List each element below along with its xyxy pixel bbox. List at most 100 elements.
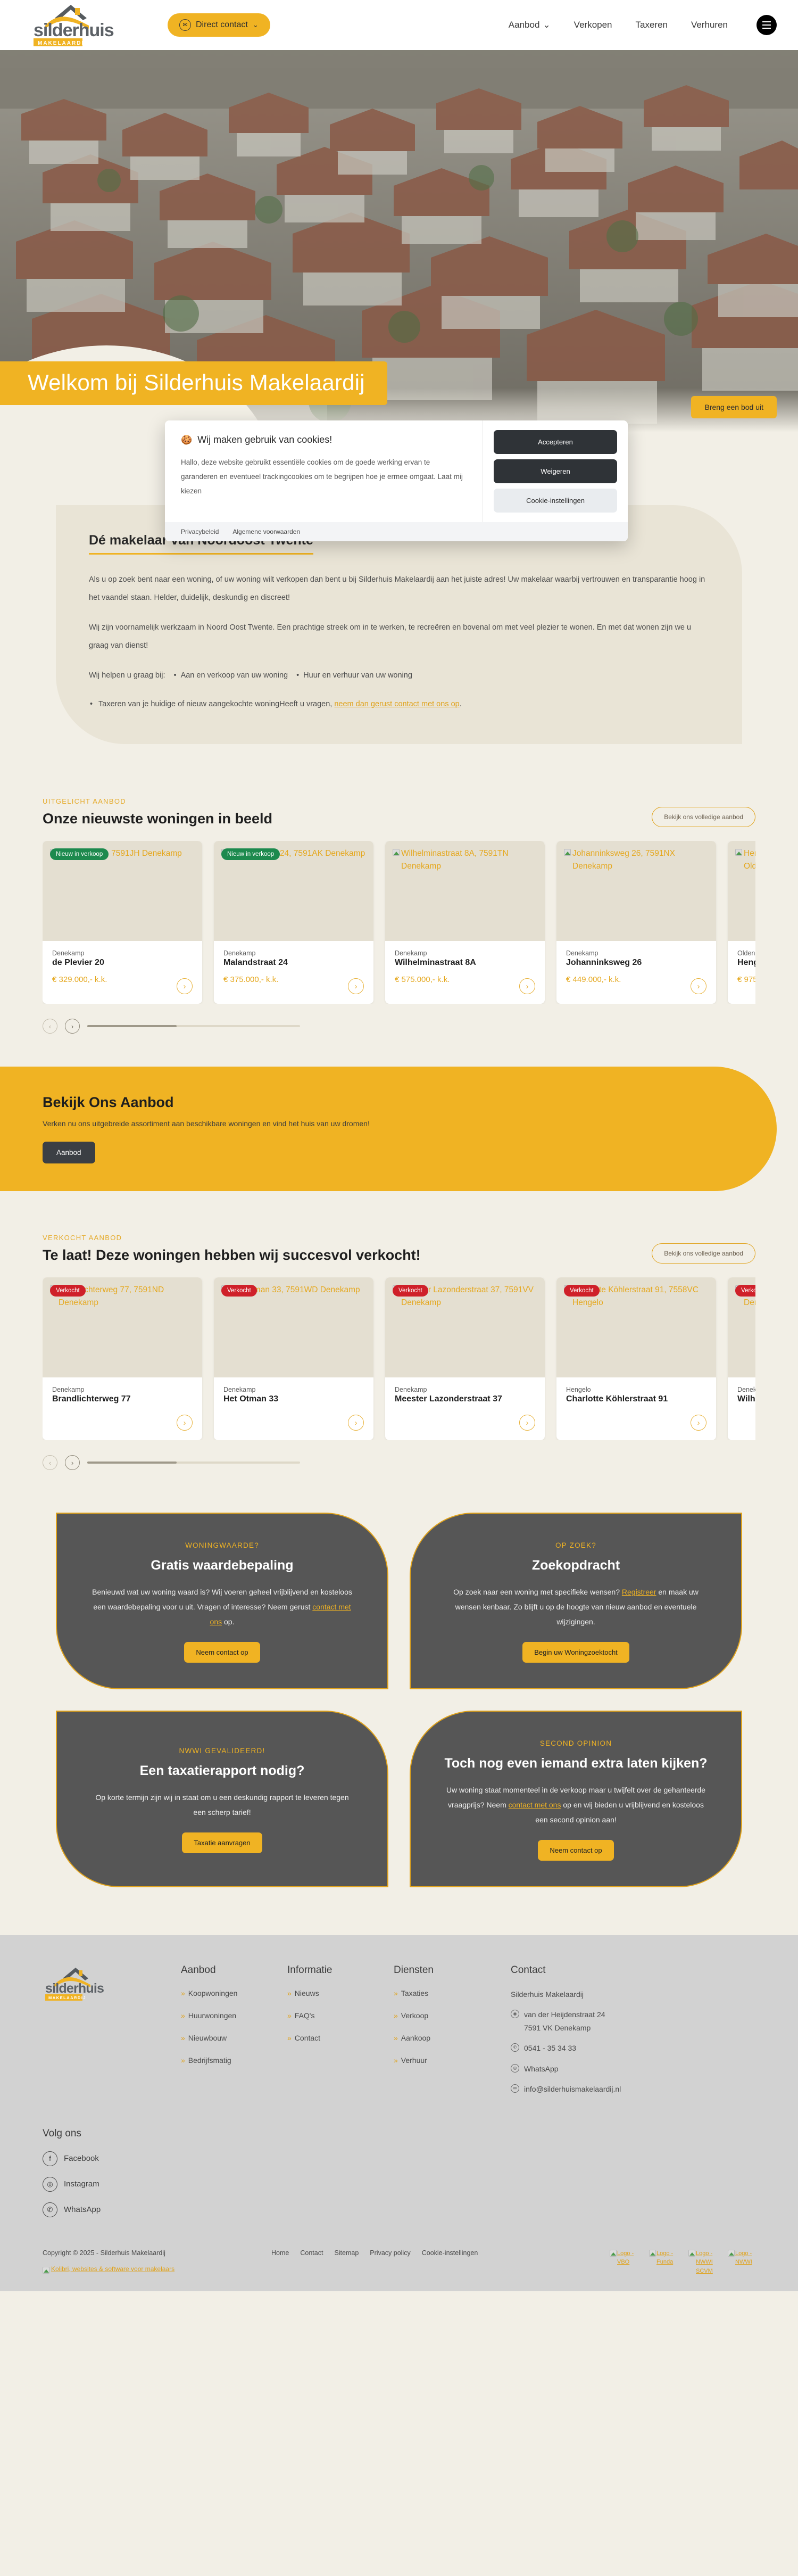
- carousel-prev-button[interactable]: ‹: [43, 1019, 57, 1034]
- footer-link-koopwoningen[interactable]: » Koopwoningen: [181, 1989, 287, 1997]
- property-card[interactable]: Nieuw in verkoop de Plevier 20, 7591JH D…: [43, 841, 202, 1004]
- footer-email[interactable]: ✉ info@silderhuismakelaardij.nl: [511, 2083, 702, 2096]
- partner-logo-funda[interactable]: Logo - Funda: [649, 2249, 677, 2276]
- footer-link-aankoop[interactable]: » Aankoop: [394, 2034, 500, 2042]
- chevron-right-icon[interactable]: ›: [348, 1415, 364, 1431]
- partner-logo-scvm[interactable]: Logo - NWWI SCVM: [688, 2249, 716, 2276]
- chevron-right-icon[interactable]: ›: [519, 978, 535, 995]
- service-inline-link[interactable]: contact met ons: [509, 1801, 561, 1809]
- carousel-next-button[interactable]: ›: [65, 1019, 80, 1034]
- footer-link-huurwoningen[interactable]: » Huurwoningen: [181, 2011, 287, 2020]
- footer-link-bedrijfsmatig[interactable]: » Bedrijfsmatig: [181, 2056, 287, 2065]
- property-street: Hengelosestraat 1: [737, 958, 755, 968]
- service-inline-link[interactable]: Registreer: [622, 1588, 656, 1596]
- featured-view-all-button[interactable]: Bekijk ons volledige aanbod: [652, 807, 755, 828]
- nav-item-aanbod[interactable]: Aanbod ⌄: [509, 20, 551, 30]
- chevron-right-icon[interactable]: ›: [691, 978, 706, 995]
- nav-item-verkopen[interactable]: Verkopen: [574, 20, 612, 30]
- intro-contact-link[interactable]: neem dan gerust contact met ons op: [334, 700, 459, 708]
- footer-link-privacy-policy[interactable]: Privacy policy: [370, 2249, 410, 2257]
- property-card[interactable]: Nieuw in verkoop Malandstraat 24, 7591AK…: [214, 841, 373, 1004]
- property-card[interactable]: Johanninksweg 26, 7591NX Denekamp Deneka…: [556, 841, 716, 1004]
- footer-partner-logos: Logo - VBO Logo - Funda Logo - NWWI SCVM…: [610, 2249, 755, 2276]
- broken-image-icon: [43, 2266, 49, 2274]
- property-card[interactable]: Verkocht Brandlichterweg 77, 7591ND Dene…: [43, 1277, 202, 1441]
- facebook-icon: f: [43, 2151, 57, 2166]
- property-card-body: Oldenzaal Hengelosestraat 1 € 975.000,- …: [728, 941, 755, 1004]
- property-street: Malandstraat 24: [223, 958, 288, 968]
- property-image: Verkocht Het Otman 33, 7591WD Denekamp: [214, 1277, 373, 1378]
- service-button[interactable]: Begin uw Woningzoektocht: [522, 1641, 629, 1663]
- kolibri-credit-link[interactable]: Kolibri, websites & software voor makela…: [43, 2265, 174, 2274]
- footer-phone[interactable]: ✆ 0541 - 35 34 33: [511, 2042, 702, 2055]
- carousel-scrollbar[interactable]: [87, 1025, 300, 1028]
- property-image-alt: Johanninksweg 26, 7591NX Denekamp: [564, 847, 709, 873]
- svg-text:MAKELAARDIJ: MAKELAARDIJ: [48, 1995, 86, 2000]
- property-street: Brandlichterweg 77: [52, 1394, 131, 1404]
- service-button[interactable]: Neem contact op: [538, 1839, 614, 1861]
- footer-link-contact[interactable]: » Contact: [287, 2034, 394, 2042]
- footer-link-taxaties[interactable]: » Taxaties: [394, 1989, 500, 1997]
- chevron-right-icon[interactable]: ›: [177, 978, 193, 995]
- broken-image-icon: [728, 2249, 735, 2257]
- social-link-facebook[interactable]: f Facebook: [43, 2151, 755, 2166]
- sold-view-all-button[interactable]: Bekijk ons volledige aanbod: [652, 1243, 755, 1264]
- hero-section: Welkom bij Silderhuis Makelaardij Breng …: [0, 50, 798, 541]
- footer-column-heading: Informatie: [287, 1964, 332, 1976]
- property-image: Verkocht Meester Lazonderstraat 37, 7591…: [385, 1277, 545, 1378]
- property-card[interactable]: Verkocht Meester Lazonderstraat 37, 7591…: [385, 1277, 545, 1441]
- hamburger-menu-icon[interactable]: [757, 15, 777, 35]
- nav-item-taxeren[interactable]: Taxeren: [636, 20, 668, 30]
- footer-link-cookie-settings[interactable]: Cookie-instellingen: [422, 2249, 478, 2257]
- carousel-scrollbar[interactable]: [87, 1462, 300, 1464]
- social-link-instagram[interactable]: ◎ Instagram: [43, 2176, 755, 2192]
- chevron-right-icon[interactable]: ›: [177, 1415, 193, 1431]
- property-card[interactable]: Hengelosestraat 1, 7573AA Oldenzaal Olde…: [728, 841, 755, 1004]
- broken-image-icon: [610, 2249, 617, 2257]
- footer-link-verhuur[interactable]: » Verhuur: [394, 2056, 500, 2065]
- chevron-right-icon[interactable]: ›: [519, 1415, 535, 1431]
- footer-link-label: FAQ's: [294, 2011, 315, 2020]
- services-section: WONINGWAARDE? Gratis waardebepaling Beni…: [56, 1513, 742, 1887]
- carousel-scroll-thumb[interactable]: [87, 1462, 177, 1464]
- social-label: Instagram: [64, 2179, 99, 2189]
- partner-logo-vbo[interactable]: Logo - VBO: [610, 2249, 637, 2276]
- footer-link-contact-bottom[interactable]: Contact: [300, 2249, 323, 2257]
- hero-title-banner: Welkom bij Silderhuis Makelaardij: [0, 361, 387, 405]
- site-logo[interactable]: silderhuis MAKELAARDIJ: [29, 2, 160, 48]
- footer-logo[interactable]: silderhuis MAKELAARDIJ: [43, 1964, 181, 2103]
- direct-contact-button[interactable]: ✉ Direct contact ⌄: [168, 13, 270, 37]
- cta-aanbod-button[interactable]: Aanbod: [43, 1142, 95, 1164]
- footer-link-sitemap[interactable]: Sitemap: [334, 2249, 359, 2257]
- property-card[interactable]: Verkocht Wilhelminastraat 12, 7591TN Den…: [728, 1277, 755, 1441]
- cookie-accept-button[interactable]: Accepteren: [494, 430, 617, 454]
- footer-link-nieuwbouw[interactable]: » Nieuwbouw: [181, 2034, 287, 2042]
- chevron-down-icon: ⌄: [543, 20, 551, 30]
- carousel-scroll-thumb[interactable]: [87, 1025, 177, 1028]
- intro-help-item-2: Huur en verhuur van uw woning: [291, 666, 412, 684]
- intro-bullet-end: .: [459, 700, 462, 709]
- social-link-whatsapp[interactable]: ✆ WhatsApp: [43, 2202, 755, 2217]
- footer-link-nieuws[interactable]: » Nieuws: [287, 1989, 394, 1997]
- service-eyebrow: WONINGWAARDE?: [185, 1541, 259, 1550]
- place-bid-button[interactable]: Breng een bod uit: [691, 396, 777, 418]
- property-city: Denekamp: [566, 950, 598, 957]
- service-button[interactable]: Taxatie aanvragen: [182, 1832, 262, 1853]
- property-street: Het Otman 33: [223, 1394, 279, 1404]
- nav-item-verhuren[interactable]: Verhuren: [691, 20, 728, 30]
- carousel-next-button[interactable]: ›: [65, 1455, 80, 1471]
- service-button[interactable]: Neem contact op: [184, 1641, 260, 1663]
- footer-link-verkoop[interactable]: » Verkoop: [394, 2011, 500, 2020]
- partner-logo-nwwi[interactable]: Logo - NWWI: [728, 2249, 755, 2276]
- footer-whatsapp[interactable]: ◎ WhatsApp: [511, 2062, 702, 2076]
- property-card[interactable]: Verkocht Charlotte Köhlerstraat 91, 7558…: [556, 1277, 716, 1441]
- silderhuis-logo-icon: silderhuis MAKELAARDIJ: [34, 5, 114, 46]
- footer-link-home[interactable]: Home: [271, 2249, 289, 2257]
- property-card[interactable]: Wilhelminastraat 8A, 7591TN Denekamp Den…: [385, 841, 545, 1004]
- broken-image-icon: [735, 849, 742, 856]
- chevron-right-icon[interactable]: ›: [348, 978, 364, 995]
- chevron-right-icon[interactable]: ›: [691, 1415, 706, 1431]
- footer-link-faqs[interactable]: » FAQ's: [287, 2011, 394, 2020]
- property-card[interactable]: Verkocht Het Otman 33, 7591WD Denekamp D…: [214, 1277, 373, 1441]
- carousel-prev-button[interactable]: ‹: [43, 1455, 57, 1471]
